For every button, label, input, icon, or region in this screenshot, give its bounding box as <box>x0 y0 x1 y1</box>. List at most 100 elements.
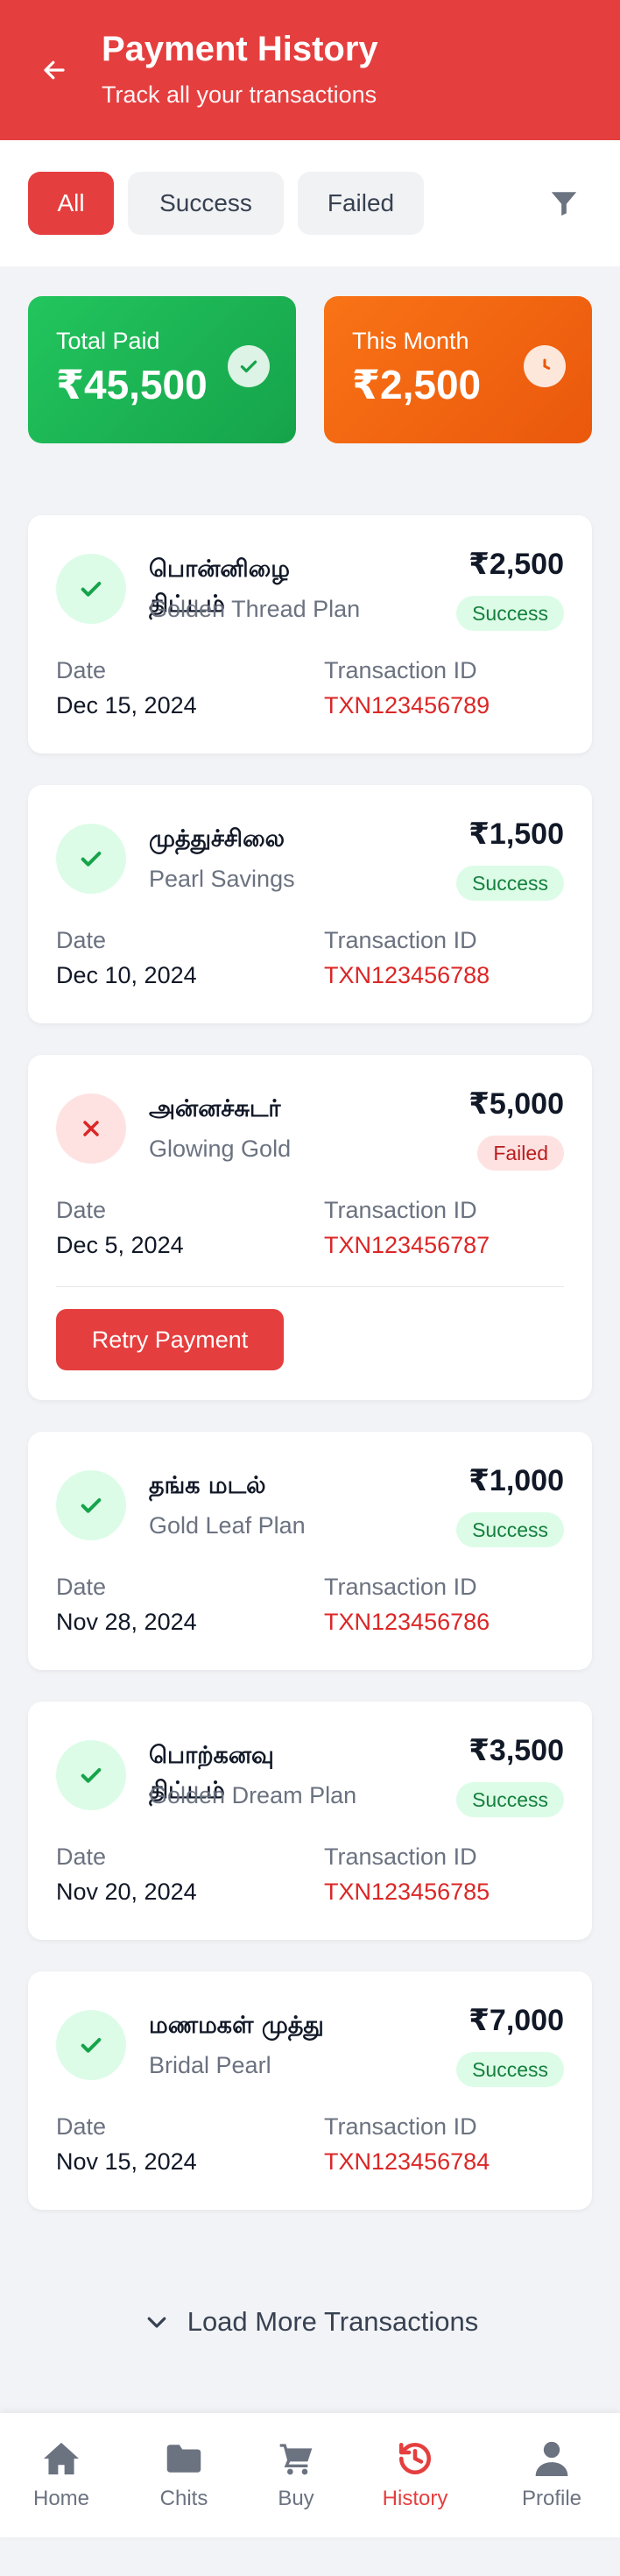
failed-status-icon <box>56 1093 126 1164</box>
status-badge: Success <box>456 596 564 631</box>
check-icon <box>81 1768 102 1783</box>
status-badge: Success <box>456 1782 564 1817</box>
load-more-button[interactable]: Load More Transactions <box>123 2296 499 2348</box>
transaction-id-value: TXN123456786 <box>324 1609 490 1635</box>
total-paid-card: Total Paid ₹45,500 <box>28 296 296 443</box>
transaction-id-value: TXN123456785 <box>324 1879 490 1905</box>
transaction-id-label: Transaction ID <box>324 1574 477 1600</box>
transaction-id-label: Transaction ID <box>324 1197 477 1223</box>
cart-icon <box>277 2439 315 2478</box>
status-badge: Success <box>456 1512 564 1547</box>
nav-label: Buy <box>278 2487 314 2510</box>
date-label: Date <box>56 1844 107 1870</box>
nav-label: History <box>382 2487 448 2510</box>
transaction-card[interactable]: பொன்னிழை திட்டம் Golden Thread Plan ₹2,5… <box>28 515 592 754</box>
status-badge: Success <box>456 2052 564 2087</box>
this-month-value: ₹2,500 <box>352 362 482 407</box>
transaction-id-label: Transaction ID <box>324 657 477 683</box>
nav-label: Profile <box>521 2487 582 2510</box>
this-month-label: This Month <box>352 328 469 354</box>
date-label: Date <box>56 2113 107 2140</box>
clock-icon <box>524 345 566 387</box>
page-subtitle: Track all your transactions <box>102 81 377 108</box>
nav-item-profile[interactable]: Profile <box>499 2413 604 2537</box>
page-title: Payment History <box>102 30 378 68</box>
load-more-label: Load More Transactions <box>187 2306 479 2337</box>
date-value: Dec 10, 2024 <box>56 962 197 988</box>
arrow-left-icon <box>44 60 65 80</box>
success-status-icon <box>56 1470 126 1540</box>
date-value: Dec 15, 2024 <box>56 692 197 718</box>
filter-button[interactable] <box>543 184 585 223</box>
check-icon <box>81 1498 102 1513</box>
nav-item-home[interactable]: Home <box>9 2413 114 2537</box>
status-badge: Failed <box>477 1136 564 1171</box>
app-header: Payment History Track all your transacti… <box>0 0 620 140</box>
date-label: Date <box>56 657 107 683</box>
amount: ₹2,500 <box>469 548 564 581</box>
amount: ₹7,000 <box>469 2004 564 2037</box>
check-icon <box>81 2038 102 2053</box>
chevron-down-icon <box>147 2317 166 2328</box>
amount: ₹1,000 <box>469 1464 564 1497</box>
amount: ₹5,000 <box>469 1087 564 1121</box>
plan-name: Gold Leaf Plan <box>149 1512 306 1539</box>
transaction-card[interactable]: மணமகள் முத்து Bridal Pearl ₹7,000 Succes… <box>28 1971 592 2210</box>
plan-name: Glowing Gold <box>149 1136 292 1162</box>
transaction-card[interactable]: பொற்கனவு திட்டம் Golden Dream Plan ₹3,50… <box>28 1702 592 1940</box>
nav-item-history[interactable]: History <box>363 2413 468 2537</box>
date-label: Date <box>56 1197 107 1223</box>
scheme-name-tamil: முத்துச்சிலை <box>149 825 285 853</box>
date-label: Date <box>56 927 107 953</box>
filter-bar: All Success Failed <box>0 140 620 266</box>
bottom-nav: Home Chits Buy History Profile <box>0 2413 620 2537</box>
transaction-id-value: TXN123456789 <box>324 692 490 718</box>
nav-item-buy[interactable]: Buy <box>243 2413 349 2537</box>
amount: ₹3,500 <box>469 1734 564 1767</box>
transaction-card[interactable]: முத்துச்சிலை Pearl Savings ₹1,500 Succes… <box>28 785 592 1023</box>
filter-chip-success[interactable]: Success <box>128 172 284 235</box>
date-value: Nov 20, 2024 <box>56 1879 197 1905</box>
check-icon <box>81 582 102 597</box>
plan-name: Golden Dream Plan <box>149 1782 357 1808</box>
success-status-icon <box>56 554 126 624</box>
card-divider <box>56 1286 564 1287</box>
filter-chip-all[interactable]: All <box>28 172 114 235</box>
plan-name: Bridal Pearl <box>149 2052 271 2078</box>
transaction-card[interactable]: தங்க மடல் Gold Leaf Plan ₹1,000 Success … <box>28 1432 592 1670</box>
nav-item-chits[interactable]: Chits <box>131 2413 236 2537</box>
nav-label: Home <box>32 2487 90 2510</box>
transaction-card[interactable]: அன்னச்சுடர் Glowing Gold ₹5,000 Failed D… <box>28 1055 592 1400</box>
date-value: Dec 5, 2024 <box>56 1232 184 1258</box>
transaction-id-value: TXN123456788 <box>324 962 490 988</box>
date-value: Nov 15, 2024 <box>56 2148 197 2175</box>
total-paid-label: Total Paid <box>56 328 160 354</box>
this-month-card: This Month ₹2,500 <box>324 296 592 443</box>
success-status-icon <box>56 2010 126 2080</box>
date-label: Date <box>56 1574 107 1600</box>
transaction-id-label: Transaction ID <box>324 1844 477 1870</box>
back-button[interactable] <box>33 49 75 91</box>
filter-chip-failed[interactable]: Failed <box>298 172 424 235</box>
amount: ₹1,500 <box>469 817 564 851</box>
scheme-name-tamil: அன்னச்சுடர் <box>149 1095 281 1122</box>
transaction-id-label: Transaction ID <box>324 927 477 953</box>
transaction-id-label: Transaction ID <box>324 2113 477 2140</box>
check-icon <box>81 852 102 867</box>
history-icon <box>396 2439 434 2478</box>
plan-name: Pearl Savings <box>149 866 295 892</box>
retry-payment-button[interactable]: Retry Payment <box>56 1309 284 1370</box>
scheme-name-tamil: தங்க மடல் <box>149 1472 266 1499</box>
success-status-icon <box>56 824 126 894</box>
transaction-id-value: TXN123456787 <box>324 1232 490 1258</box>
total-paid-value: ₹45,500 <box>56 362 208 407</box>
folder-icon <box>165 2439 203 2478</box>
success-status-icon <box>56 1740 126 1810</box>
transaction-id-value: TXN123456784 <box>324 2148 490 2175</box>
plan-name: Golden Thread Plan <box>149 596 361 622</box>
status-badge: Success <box>456 866 564 901</box>
scheme-name-tamil: மணமகள் முத்து <box>149 2012 324 2039</box>
x-icon <box>83 1121 99 1136</box>
funnel-icon <box>551 192 577 216</box>
nav-label: Chits <box>159 2487 208 2510</box>
